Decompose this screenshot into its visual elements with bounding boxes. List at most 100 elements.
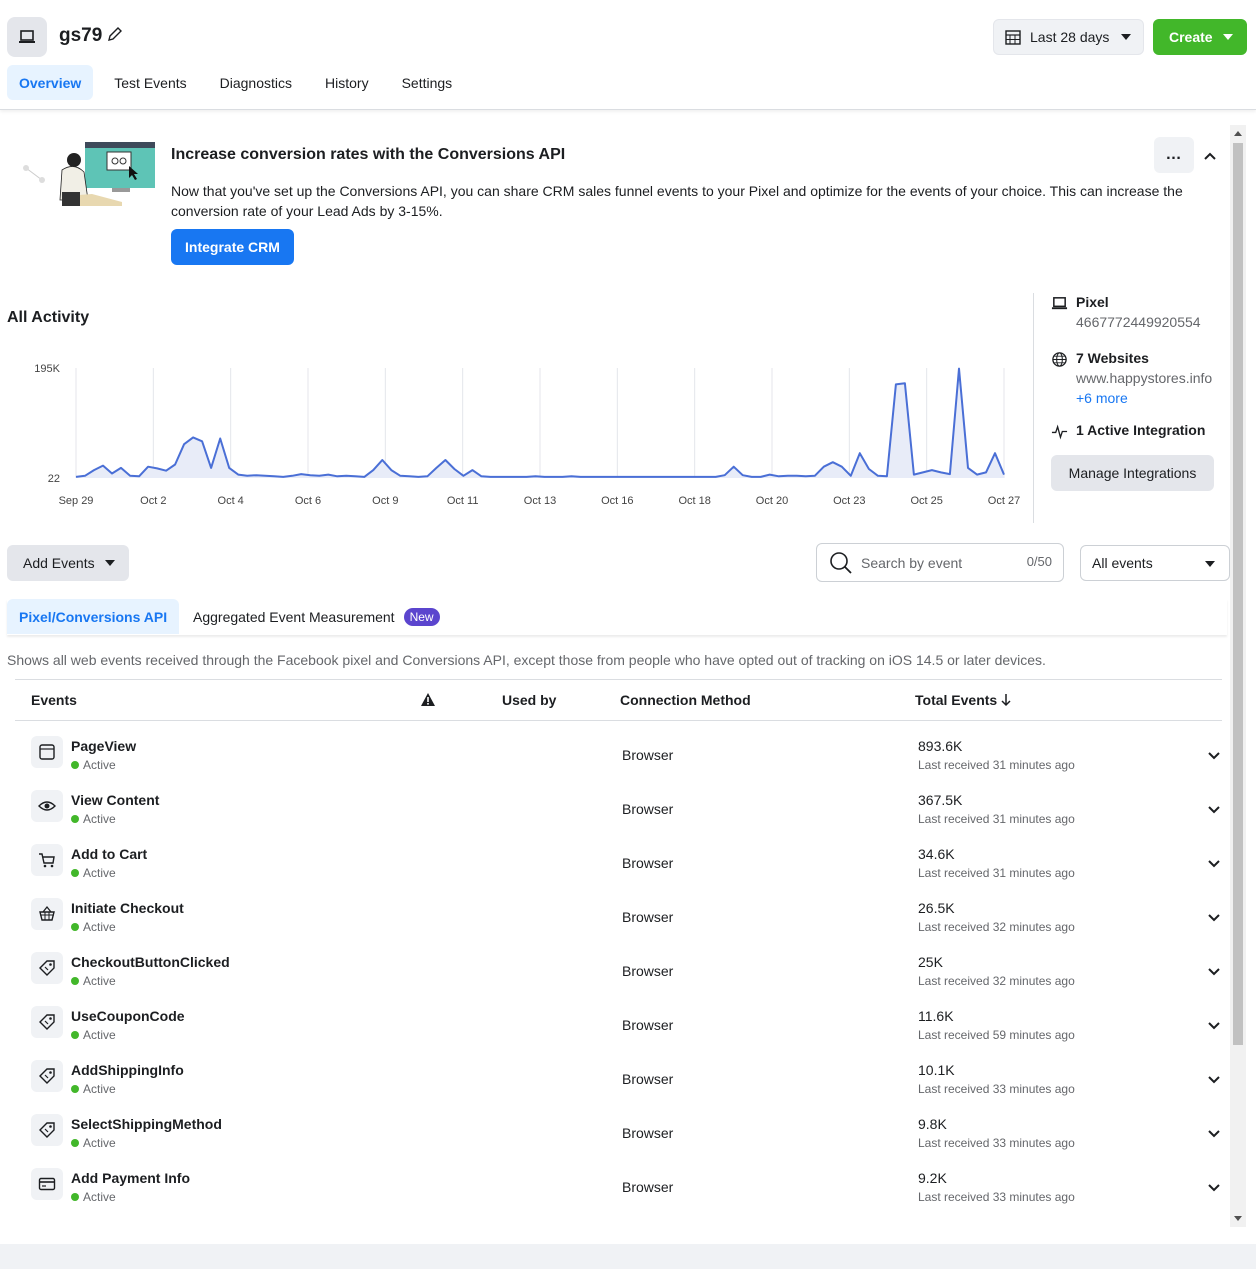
- caret-down-icon: [1223, 34, 1233, 40]
- event-status: Active: [71, 866, 116, 880]
- header-connection-method: Connection Method: [620, 692, 751, 708]
- chevron-down-icon[interactable]: [1207, 802, 1221, 818]
- table-row[interactable]: PageView Active Browser 893.6K Last received…: [15, 727, 1222, 781]
- status-dot: [71, 761, 79, 769]
- pencil-icon[interactable]: [106, 25, 124, 46]
- connection-method: Browser: [622, 855, 674, 871]
- chevron-up-icon[interactable]: [1203, 148, 1217, 164]
- total-events: 11.6K: [918, 1008, 954, 1024]
- table-row[interactable]: Add Payment Info Active Browser 9.2K Last re…: [15, 1159, 1222, 1213]
- status-label: Active: [83, 920, 116, 934]
- event-name: Initiate Checkout: [71, 900, 184, 916]
- top-tabs: Overview Test Events Diagnostics History…: [7, 65, 473, 100]
- tab-diagnostics[interactable]: Diagnostics: [208, 65, 304, 100]
- activity-pulse-icon: [1051, 424, 1068, 440]
- tab-test-events[interactable]: Test Events: [102, 65, 198, 100]
- banner-text: Now that you've set up the Conversions A…: [171, 183, 1183, 219]
- status-dot: [71, 923, 79, 931]
- scroll-up-icon[interactable]: [1234, 131, 1242, 136]
- connection-method: Browser: [622, 1017, 674, 1033]
- chevron-down-icon[interactable]: [1207, 748, 1221, 764]
- chevron-down-icon[interactable]: [1207, 856, 1221, 872]
- manage-integrations-button[interactable]: Manage Integrations: [1051, 455, 1214, 491]
- table-row[interactable]: SelectShippingMethod Active Browser 9.8K Las…: [15, 1105, 1222, 1159]
- table-row[interactable]: AddShippingInfo Active Browser 10.1K Last re…: [15, 1051, 1222, 1105]
- add-events-button[interactable]: Add Events: [7, 545, 129, 581]
- event-filter-label: All events: [1092, 555, 1153, 571]
- chevron-down-icon[interactable]: [1207, 1126, 1221, 1142]
- tab-pixel-conversions-api[interactable]: Pixel/Conversions API: [7, 599, 180, 634]
- total-events: 9.2K: [918, 1170, 947, 1186]
- integrate-crm-button[interactable]: Integrate CRM: [171, 229, 294, 265]
- status-label: Active: [83, 974, 116, 988]
- header-total-events[interactable]: Total Events: [915, 692, 1012, 708]
- table-row[interactable]: UseCouponCode Active Browser 11.6K Last rece…: [15, 997, 1222, 1051]
- globe-icon: [1052, 352, 1067, 367]
- date-range-button[interactable]: Last 28 days: [993, 19, 1144, 55]
- table-row[interactable]: View Content Active Browser 367.5K Last rece…: [15, 781, 1222, 835]
- table-row[interactable]: CheckoutButtonClicked Active Browser 25K Las…: [15, 943, 1222, 997]
- status-dot: [71, 1139, 79, 1147]
- y-tick-label: 22: [48, 473, 60, 485]
- tag-icon: [31, 952, 63, 984]
- tab-aggregated-event-measurement[interactable]: Aggregated Event Measurement New: [181, 599, 452, 634]
- status-dot: [71, 815, 79, 823]
- status-dot: [71, 1031, 79, 1039]
- table-row[interactable]: Add to Cart Active Browser 34.6K Last receiv…: [15, 835, 1222, 889]
- chevron-down-icon[interactable]: [1207, 1180, 1221, 1196]
- last-received: Last received 59 minutes ago: [918, 1028, 1075, 1042]
- banner-title: Increase conversion rates with the Conve…: [171, 146, 566, 163]
- total-events: 9.8K: [918, 1116, 947, 1132]
- last-received: Last received 32 minutes ago: [918, 920, 1075, 934]
- pixel-label: Pixel: [1076, 294, 1109, 310]
- status-label: Active: [83, 1082, 116, 1096]
- event-status: Active: [71, 920, 116, 934]
- tab-settings[interactable]: Settings: [390, 65, 465, 100]
- header-events: Events: [31, 692, 77, 708]
- total-events-label: Total Events: [915, 692, 998, 708]
- y-tick-label: 195K: [34, 363, 60, 375]
- create-label: Create: [1169, 29, 1213, 45]
- last-received: Last received 33 minutes ago: [918, 1082, 1075, 1096]
- chevron-down-icon[interactable]: [1207, 910, 1221, 926]
- search-input[interactable]: [861, 554, 1011, 571]
- x-tick-label: Oct 27: [988, 495, 1020, 507]
- website-url: www.happystores.info: [1076, 370, 1213, 386]
- divider: [1033, 293, 1034, 523]
- x-tick-label: Oct 4: [218, 495, 244, 507]
- event-status: Active: [71, 758, 116, 772]
- more-options-button[interactable]: …: [1154, 137, 1194, 173]
- create-button[interactable]: Create: [1153, 19, 1247, 55]
- chevron-down-icon[interactable]: [1207, 1018, 1221, 1034]
- x-tick-label: Oct 18: [678, 495, 710, 507]
- event-status: Active: [71, 1190, 116, 1204]
- chevron-down-icon[interactable]: [1207, 1072, 1221, 1088]
- x-tick-label: Oct 2: [140, 495, 166, 507]
- search-box: 0/50: [816, 543, 1064, 582]
- more-websites-link[interactable]: +6 more: [1076, 390, 1212, 406]
- x-tick-label: Oct 20: [756, 495, 788, 507]
- status-label: Active: [83, 1136, 116, 1150]
- x-tick-label: Oct 11: [447, 495, 479, 507]
- event-name: PageView: [71, 738, 137, 754]
- footer-bar: [0, 1244, 1256, 1269]
- status-label: Active: [83, 1028, 116, 1042]
- total-events: 367.5K: [918, 792, 963, 808]
- calendar-icon: [1005, 30, 1021, 45]
- chevron-down-icon[interactable]: [1207, 964, 1221, 980]
- scrollbar[interactable]: [1230, 125, 1246, 1227]
- status-label: Active: [83, 1190, 116, 1204]
- connection-method: Browser: [622, 909, 674, 925]
- event-name: SelectShippingMethod: [71, 1116, 222, 1132]
- event-status: Active: [71, 1028, 116, 1042]
- scroll-down-icon[interactable]: [1234, 1216, 1242, 1221]
- table-row[interactable]: Initiate Checkout Active Browser 26.5K Last …: [15, 889, 1222, 943]
- event-filter-select[interactable]: All events: [1080, 545, 1230, 581]
- tab-overview[interactable]: Overview: [7, 65, 94, 100]
- scroll-thumb[interactable]: [1233, 143, 1243, 1045]
- tab-history[interactable]: History: [313, 65, 381, 100]
- tag-icon: [31, 1006, 63, 1038]
- status-label: Active: [83, 812, 116, 826]
- events-description: Shows all web events received through th…: [7, 652, 1046, 668]
- laptop-icon: [1051, 297, 1068, 310]
